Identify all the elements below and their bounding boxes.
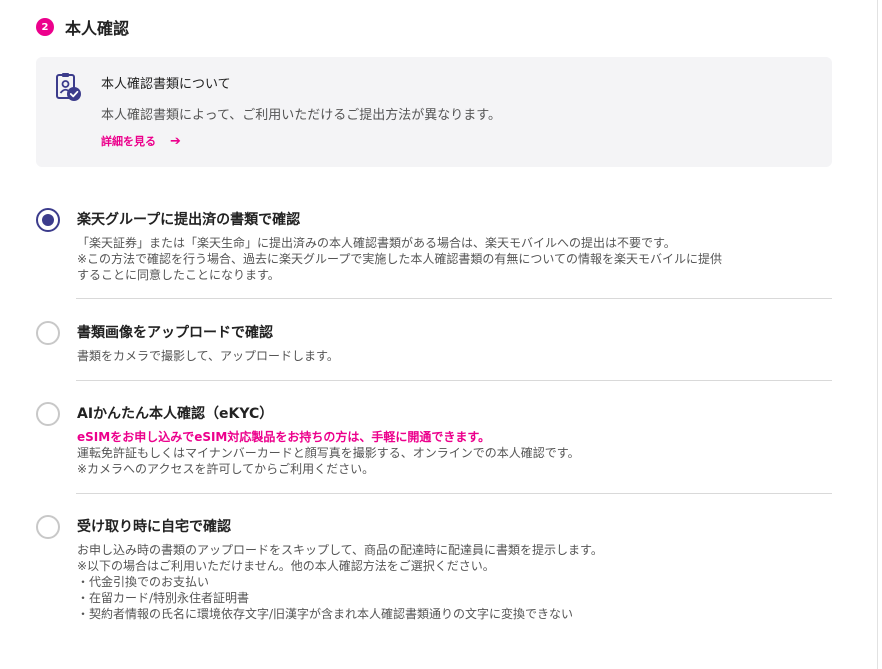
identity-verification-section: 2 本人確認 本人確認書類について 本人確認書類によって、ご利用いただけるご提出… xyxy=(0,0,882,669)
option-body: 受け取り時に自宅で確認 お申し込み時の書類のアップロードをスキップして、商品の配… xyxy=(77,515,832,622)
radio-upload-document-image[interactable] xyxy=(36,321,60,345)
option-description-line: ・契約者情報の氏名に環境依存文字/旧漢字が含まれ本人確認書類通りの文字に変換でき… xyxy=(77,607,574,621)
info-description: 本人確認書類によって、ご利用いただけるご提出方法が異なります。 xyxy=(101,108,502,123)
option-description-line: ※この方法で確認を行う場合、過去に楽天グループで実施した本人確認書類の有無につい… xyxy=(77,252,722,266)
option-description-line: 書類をカメラで撮影して、アップロードします。 xyxy=(77,349,339,363)
option-divider xyxy=(76,493,832,494)
option-divider xyxy=(76,380,832,381)
option-title: 書類画像をアップロードで確認 xyxy=(77,325,273,341)
radio-rakuten-group-documents[interactable] xyxy=(36,208,60,232)
step-number-badge: 2 xyxy=(36,18,54,36)
option-body: AIかんたん本人確認（eKYC） eSIMをお申し込みでeSIM対応製品をお持ち… xyxy=(77,402,832,477)
esim-highlight-note: eSIMをお申し込みでeSIM対応製品をお持ちの方は、手軽に開通できます。 xyxy=(77,430,491,444)
radio-ai-ekyc[interactable] xyxy=(36,402,60,426)
details-link[interactable]: 詳細を見る ➔ xyxy=(101,133,181,149)
option-title: 楽天グループに提出済の書類で確認 xyxy=(77,212,301,228)
id-document-check-icon xyxy=(55,72,83,104)
info-title: 本人確認書類について xyxy=(101,77,231,92)
radio-selected-dot xyxy=(42,214,54,226)
option-description-line: ※カメラへのアクセスを許可してからご利用ください。 xyxy=(77,462,375,476)
option-description-line: ※以下の場合はご利用いただけません。他の本人確認方法をご選択ください。 xyxy=(77,559,495,573)
option-description-line: ・代金引換でのお支払い xyxy=(77,575,210,589)
option-body: 楽天グループに提出済の書類で確認 「楽天証券」または「楽天生命」に提出済みの本人… xyxy=(77,208,832,283)
option-divider xyxy=(76,298,832,299)
scroll-edge-divider xyxy=(877,0,878,669)
id-document-info-box: 本人確認書類について 本人確認書類によって、ご利用いただけるご提出方法が異なりま… xyxy=(36,57,832,167)
option-title: 受け取り時に自宅で確認 xyxy=(77,519,231,535)
option-title: AIかんたん本人確認（eKYC） xyxy=(77,406,274,422)
section-title: 本人確認 xyxy=(65,19,130,38)
radio-verify-at-delivery[interactable] xyxy=(36,515,60,539)
details-link-label: 詳細を見る xyxy=(101,135,156,148)
section-header: 2 本人確認 xyxy=(36,15,129,39)
arrow-right-icon: ➔ xyxy=(170,133,181,149)
option-description-line: 「楽天証券」または「楽天生命」に提出済みの本人確認書類がある場合は、楽天モバイル… xyxy=(77,236,676,250)
option-body: 書類画像をアップロードで確認 書類をカメラで撮影して、アップロードします。 xyxy=(77,321,832,364)
option-description-line: ・在留カード/特別永住者証明書 xyxy=(77,591,250,605)
option-description-line: お申し込み時の書類のアップロードをスキップして、商品の配達時に配達員に書類を提示… xyxy=(77,543,603,557)
option-description-line: することに同意したことになります。 xyxy=(77,268,280,282)
option-description-line: 運転免許証もしくはマイナンバーカードと顔写真を撮影する、オンラインでの本人確認で… xyxy=(77,446,580,460)
